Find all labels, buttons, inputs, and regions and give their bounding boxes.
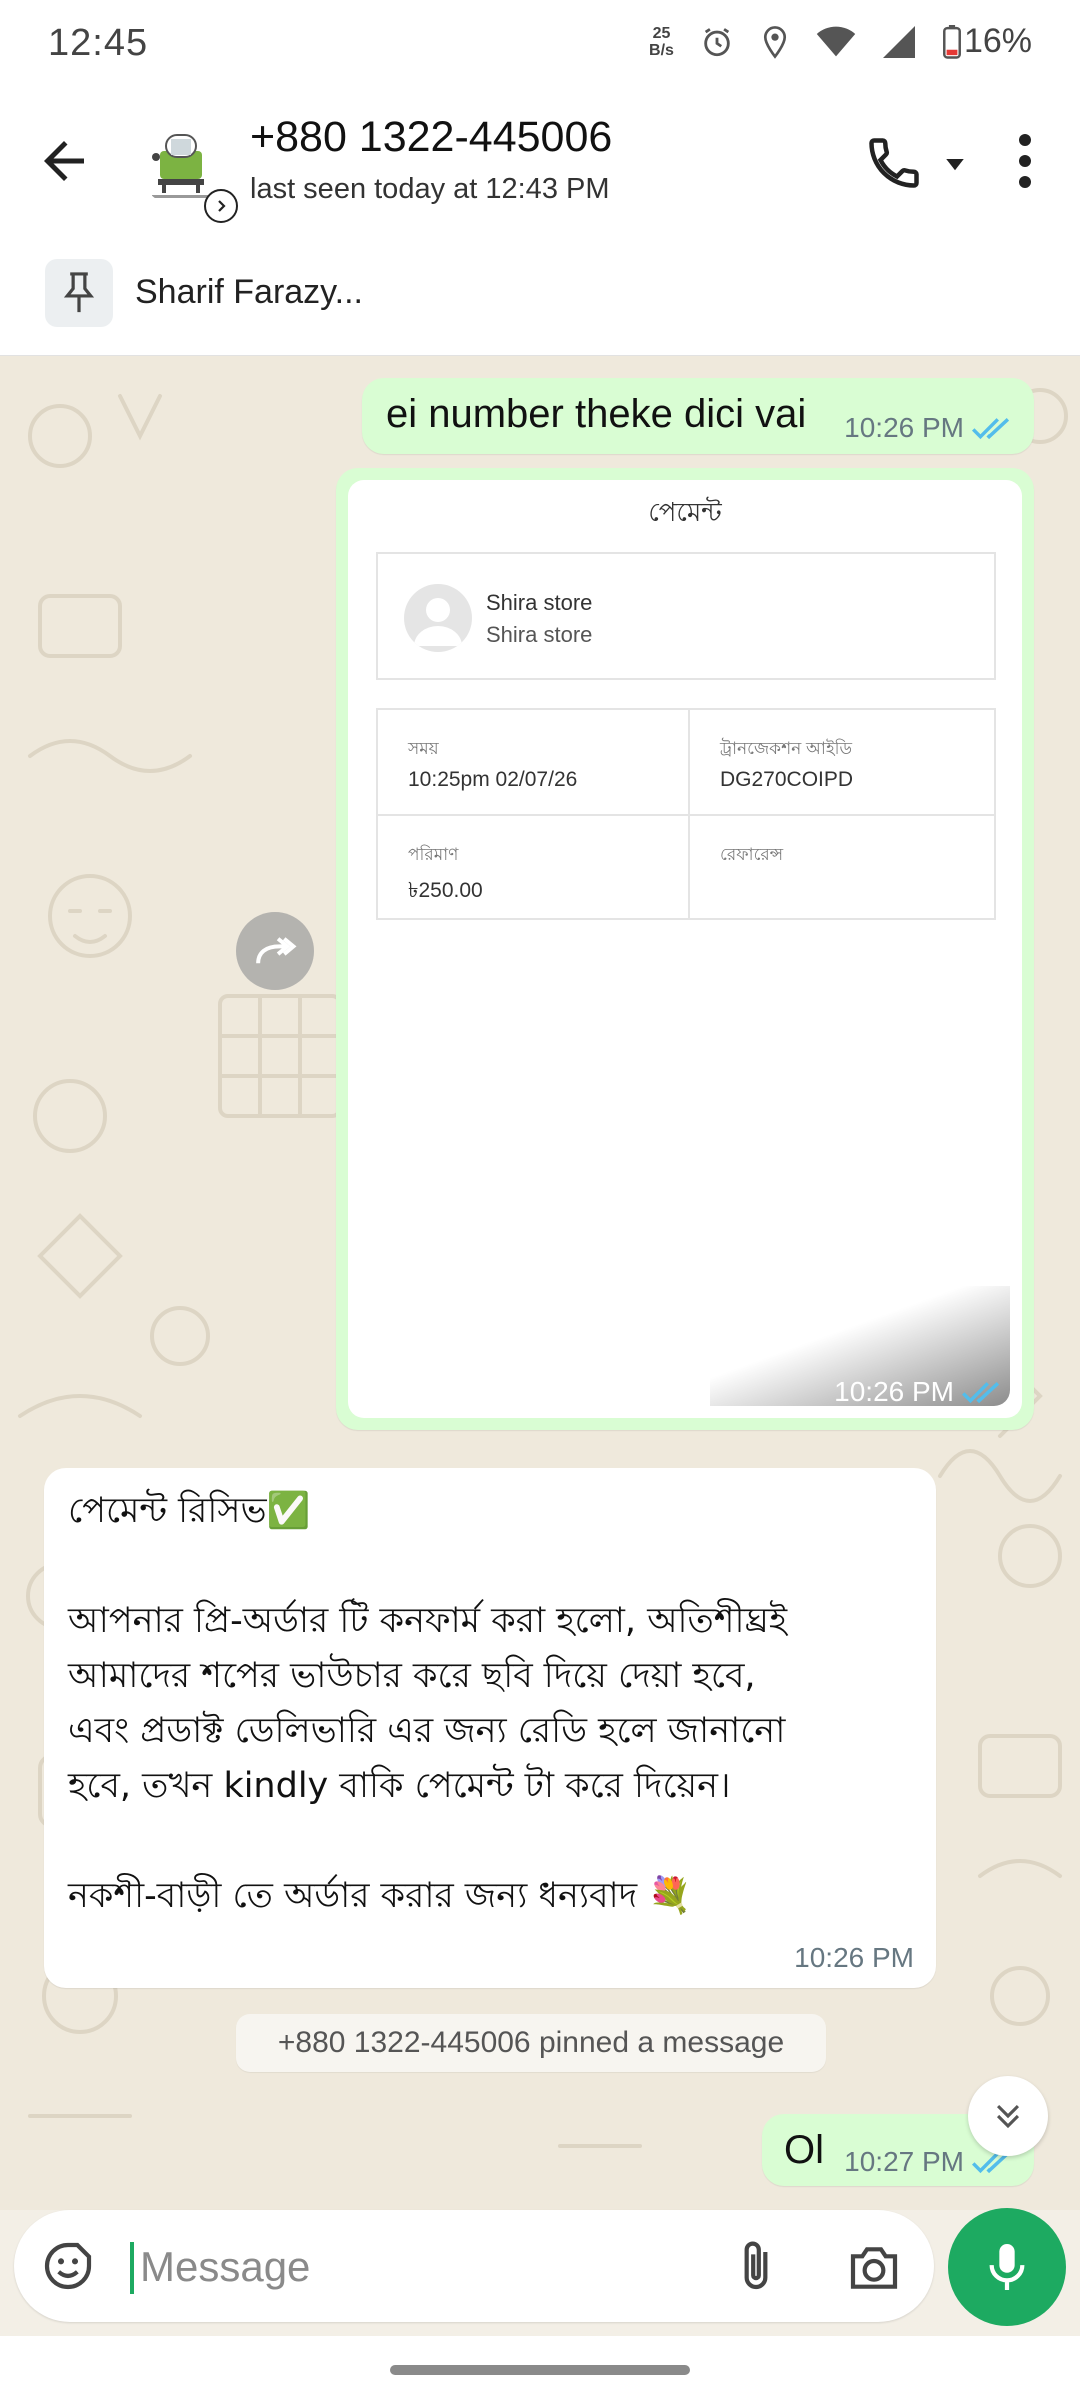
message-line: পেমেন্ট রিসিভ✅	[68, 1491, 311, 1531]
message-composer	[14, 2210, 934, 2322]
incoming-message[interactable]: পেমেন্ট রিসিভ✅ আপনার প্রি-অর্ডার টি কনফা…	[44, 1468, 936, 1988]
message-meta: 10:26 PM	[794, 1942, 914, 1974]
system-notice: +880 1322-445006 pinned a message	[236, 2014, 826, 2072]
net-speed-indicator: 25 B/s	[649, 25, 674, 59]
status-badge-icon	[204, 189, 238, 223]
receipt-amount-label: পরিমাণ	[408, 845, 459, 864]
receipt-details-grid: সময় 10:25pm 02/07/26 ট্রানজেকশন আইডি DG…	[376, 708, 996, 920]
signal-icon	[882, 25, 915, 58]
battery-indicator: 16%	[942, 22, 1032, 61]
status-time: 12:45	[48, 22, 149, 64]
net-speed-value: 25	[652, 24, 671, 42]
forward-icon	[256, 937, 297, 964]
message-line: নকশী-বাড়ী তে অর্ডার করার জন্য ধন্যবাদ 💐	[68, 1876, 692, 1916]
message-time: 10:26 PM	[794, 1942, 914, 1973]
receipt-time-label: সময়	[408, 739, 439, 758]
system-nav-bar	[0, 2336, 1080, 2400]
battery-percent: 16%	[963, 22, 1032, 60]
outgoing-message[interactable]: ei number theke dici vai 10:26 PM	[362, 378, 1034, 454]
more-vert-icon[interactable]	[1010, 131, 1040, 191]
message-time: 10:26 PM	[834, 1376, 954, 1407]
location-icon	[763, 25, 786, 59]
double-check-icon	[971, 418, 1010, 440]
merchant-name: Shira store	[486, 590, 593, 615]
merchant-subtitle: Shira store	[486, 622, 593, 647]
sticker-icon[interactable]	[40, 2238, 96, 2294]
payment-receipt-image[interactable]: পেমেন্ট Shira store Shira store সময় 10:…	[348, 480, 1022, 1418]
receipt-title: পেমেন্ট	[648, 497, 722, 527]
message-input[interactable]	[138, 2230, 702, 2304]
message-text: পেমেন্ট রিসিভ✅ আপনার প্রি-অর্ডার টি কনফা…	[68, 1484, 918, 1924]
pin-icon	[45, 259, 113, 327]
chat-area[interactable]: ei number theke dici vai 10:26 PM পেমেন্…	[0, 356, 1080, 2210]
net-speed-unit: B/s	[649, 41, 674, 59]
scroll-to-bottom-button[interactable]	[968, 2076, 1048, 2156]
message-text: ei number theke dici vai	[386, 392, 807, 436]
message-time: 10:26 PM	[844, 412, 964, 443]
message-meta: 10:26 PM	[844, 412, 1014, 444]
image-message[interactable]: পেমেন্ট Shira store Shira store সময় 10:…	[336, 468, 1034, 1430]
camera-icon[interactable]	[846, 2240, 902, 2296]
contact-last-seen: last seen today at 12:43 PM	[250, 173, 610, 205]
status-bar: 12:45 25 B/s 16%	[0, 0, 1080, 95]
battery-icon	[942, 24, 961, 59]
receipt-time-value: 10:25pm 02/07/26	[408, 768, 578, 791]
merchant-avatar	[404, 584, 472, 652]
message-line: আমাদের শপের ভাউচার করে ছবি দিয়ে দেয়া হ…	[68, 1656, 756, 1696]
chevron-down-icon[interactable]	[940, 149, 970, 179]
alarm-icon	[704, 27, 730, 56]
scroll-down-icon	[996, 2104, 1020, 2129]
divider	[378, 814, 994, 816]
home-gesture-handle[interactable]	[390, 2365, 690, 2375]
attach-icon[interactable]	[728, 2238, 784, 2294]
call-icon[interactable]	[864, 133, 924, 193]
message-line: এবং প্রডাক্ট ডেলিভারি এর জন্য রেডি হলে জ…	[68, 1711, 786, 1751]
chat-header: +880 1322-445006 last seen today at 12:4…	[0, 95, 1080, 234]
pinned-message-bar[interactable]: Sharif Farazy...	[0, 233, 1080, 356]
receipt-merchant-box: Shira store Shira store	[376, 552, 996, 680]
contact-name[interactable]: +880 1322-445006	[250, 113, 612, 162]
forward-button[interactable]	[236, 912, 314, 990]
message-meta: 10:26 PM	[834, 1376, 1004, 1408]
back-arrow-icon[interactable]	[34, 131, 94, 191]
wifi-icon	[816, 26, 856, 56]
double-check-icon	[961, 1382, 1000, 1404]
text-caret	[130, 2242, 134, 2294]
pinned-message-text: Sharif Farazy...	[135, 273, 363, 311]
mic-icon	[989, 2244, 1025, 2290]
message-line: হবে, তখন kindly বাকি পেমেন্ট টা করে দিয়…	[68, 1766, 731, 1806]
person-icon	[414, 598, 462, 646]
receipt-txn-value: DG270COIPD	[720, 768, 854, 791]
message-line: আপনার প্রি-অর্ডার টি কনফার্ম করা হলো, অত…	[68, 1601, 788, 1641]
receipt-amount-value: ৳250.00	[408, 879, 483, 902]
message-text: Ol	[784, 2128, 824, 2172]
receipt-txn-label: ট্রানজেকশন আইডি	[720, 739, 853, 758]
message-time: 10:27 PM	[844, 2146, 964, 2177]
receipt-reference-label: রেফারেন্স	[720, 845, 784, 864]
contact-avatar[interactable]	[138, 121, 238, 223]
status-icons: 25 B/s 16%	[649, 22, 1032, 61]
voice-message-button[interactable]	[948, 2208, 1066, 2326]
